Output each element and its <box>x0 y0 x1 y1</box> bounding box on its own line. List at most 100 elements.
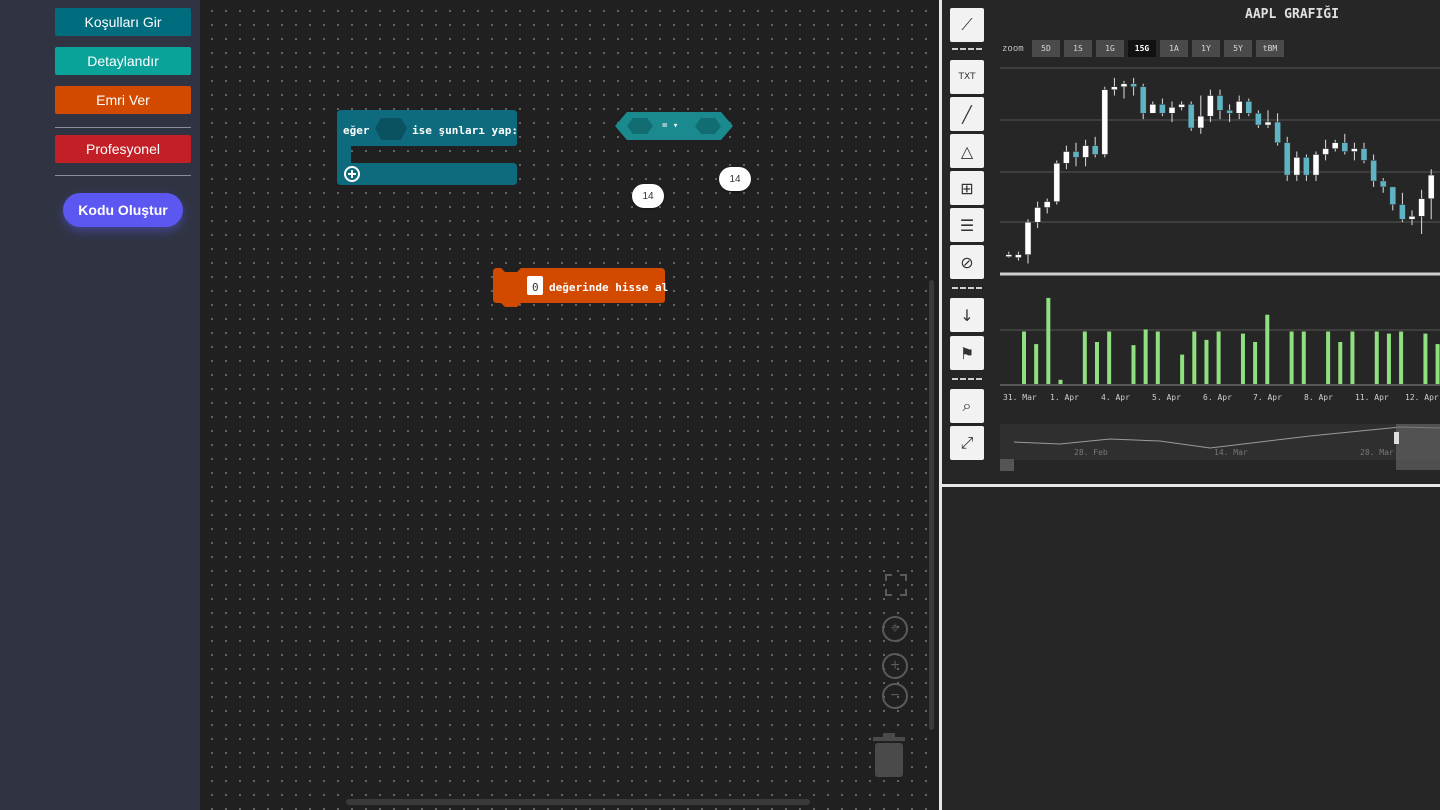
x-axis-label: 4. Apr <box>1101 393 1130 402</box>
candle-body <box>1024 221 1032 255</box>
candle-body <box>1283 142 1291 176</box>
candle-body <box>1178 104 1185 108</box>
conditions-button[interactable]: Koşulları Gir <box>55 8 191 36</box>
volume-bar <box>1326 331 1331 384</box>
candle-body <box>1043 201 1051 208</box>
candle-body <box>1264 121 1272 126</box>
candle-body <box>1053 163 1061 202</box>
fit-screen-icon[interactable] <box>883 572 909 598</box>
candle-body <box>1111 86 1118 90</box>
candle-body <box>1360 148 1368 161</box>
zoom-out-icon[interactable]: − <box>882 683 908 709</box>
zoom-option-1a[interactable]: 1A <box>1160 40 1188 57</box>
volume-bar <box>1253 342 1258 384</box>
trend-lines-icon[interactable]: ⟋ <box>950 8 984 42</box>
if-block[interactable] <box>337 110 517 190</box>
stock-chart[interactable]: 31. Mar 1. Apr 4. Apr 5. Apr 6. Apr 7. Apr 8. … <box>1000 62 1440 474</box>
volume-bar <box>1204 339 1209 384</box>
vertical-scrollbar[interactable] <box>929 280 934 730</box>
fullscreen-icon[interactable]: ⤢ <box>950 426 984 460</box>
text-icon[interactable]: TXT <box>950 60 984 94</box>
operator-dropdown[interactable]: = ▾ <box>662 121 678 131</box>
zoom-option-15g[interactable]: 15G <box>1128 40 1156 57</box>
zoom-label: zoom <box>1002 44 1024 54</box>
candle-body <box>1168 107 1176 114</box>
x-axis-label: 11. Apr <box>1355 393 1389 402</box>
zoom-icon[interactable]: ⌕ <box>950 389 984 423</box>
professional-button[interactable]: Profesyonel <box>55 135 191 163</box>
counter-icon[interactable]: ↓ <box>950 298 984 332</box>
navigator-label: 14. Mar <box>1214 448 1248 457</box>
zoom-option-5d[interactable]: 5D <box>1032 40 1060 57</box>
details-button[interactable]: Detaylandır <box>55 47 191 75</box>
zoom-option-5y[interactable]: 5Y <box>1224 40 1252 57</box>
candle-body <box>1274 121 1281 143</box>
fibonacci-icon[interactable]: ☰ <box>950 208 984 242</box>
trash-icon[interactable] <box>869 731 909 779</box>
x-axis-label: 5. Apr <box>1152 393 1181 402</box>
candle-body <box>1399 204 1406 220</box>
zoom-option-1g[interactable]: 1G <box>1096 40 1124 57</box>
candle-body <box>1226 110 1233 114</box>
zoom-option-tbm[interactable]: tBM <box>1256 40 1284 57</box>
x-axis-label: 1. Apr <box>1050 393 1079 402</box>
number-bubble[interactable]: 14 <box>632 184 664 208</box>
candle-body <box>1370 160 1377 182</box>
volume-bar <box>1265 314 1270 384</box>
crosshair-grid-icon[interactable]: ⊞ <box>950 171 984 205</box>
toolbar-separator <box>952 287 982 289</box>
candle-body <box>1351 148 1358 152</box>
candle-body <box>1418 198 1425 217</box>
candle-body <box>1063 151 1070 164</box>
recenter-icon[interactable]: ⌖ <box>882 616 908 642</box>
candle-body <box>1408 216 1416 220</box>
volume-bar <box>1216 331 1221 384</box>
volume-bar <box>1338 342 1343 384</box>
candle-body <box>1427 174 1435 199</box>
volume-bar <box>1386 333 1391 384</box>
volume-bar <box>1143 329 1148 384</box>
sidebar-divider <box>55 127 191 128</box>
volume-bar <box>1155 331 1160 384</box>
zoom-option-1s[interactable]: 1S <box>1064 40 1092 57</box>
horizontal-scrollbar[interactable] <box>346 799 810 805</box>
x-axis-label: 31. Mar <box>1003 393 1037 402</box>
generate-code-button[interactable]: Kodu Oluştur <box>63 193 183 227</box>
navigator-scroll-left <box>1000 459 1014 471</box>
quantity-input[interactable]: 0 <box>532 281 539 294</box>
volume-bar <box>1022 331 1026 384</box>
navigator-label: 28. Feb <box>1074 448 1108 457</box>
sidebar-divider <box>55 175 191 176</box>
x-axis-label: 8. Apr <box>1304 393 1333 402</box>
volume-bar <box>1058 379 1063 384</box>
buy-label: değerinde hisse al <box>549 281 669 294</box>
pattern-abc-icon[interactable]: △ <box>950 134 984 168</box>
candle-body <box>1082 145 1089 158</box>
navigator-label: 28. Mar <box>1360 448 1394 457</box>
order-button[interactable]: Emri Ver <box>55 86 191 114</box>
candle-body <box>1101 89 1109 155</box>
volume-bar <box>1399 331 1404 384</box>
zoom-in-icon[interactable]: + <box>882 653 908 679</box>
volume-bar <box>1046 297 1051 384</box>
volume-bar <box>1094 342 1099 384</box>
candle-body <box>1130 83 1137 87</box>
line-icon[interactable]: ╱ <box>950 97 984 131</box>
candle-body <box>1015 254 1022 258</box>
block-workspace[interactable]: eğer ise şunları yap: = ▾ 14 14 0 değeri… <box>201 0 939 810</box>
candle-body <box>1303 157 1310 176</box>
zoom-option-1y[interactable]: 1Y <box>1192 40 1220 57</box>
volume-bar <box>1350 331 1355 384</box>
hide-icon[interactable]: ⊘ <box>950 245 984 279</box>
volume-bar <box>1289 331 1294 384</box>
number-bubble[interactable]: 14 <box>719 167 751 191</box>
chart-panel: AAPL GRAFIĞI zoom 31. Mar 1. Apr 4. Apr 5. … <box>942 0 1440 484</box>
candle-body <box>1120 83 1128 87</box>
candle-body <box>1207 95 1214 117</box>
flag-icon[interactable]: ⚑ <box>950 336 984 370</box>
candle-body <box>1091 145 1099 155</box>
candle-body <box>1293 157 1301 176</box>
candle-body <box>1149 104 1157 114</box>
x-axis-label: 12. Apr <box>1405 393 1439 402</box>
candle-body <box>1312 154 1320 176</box>
